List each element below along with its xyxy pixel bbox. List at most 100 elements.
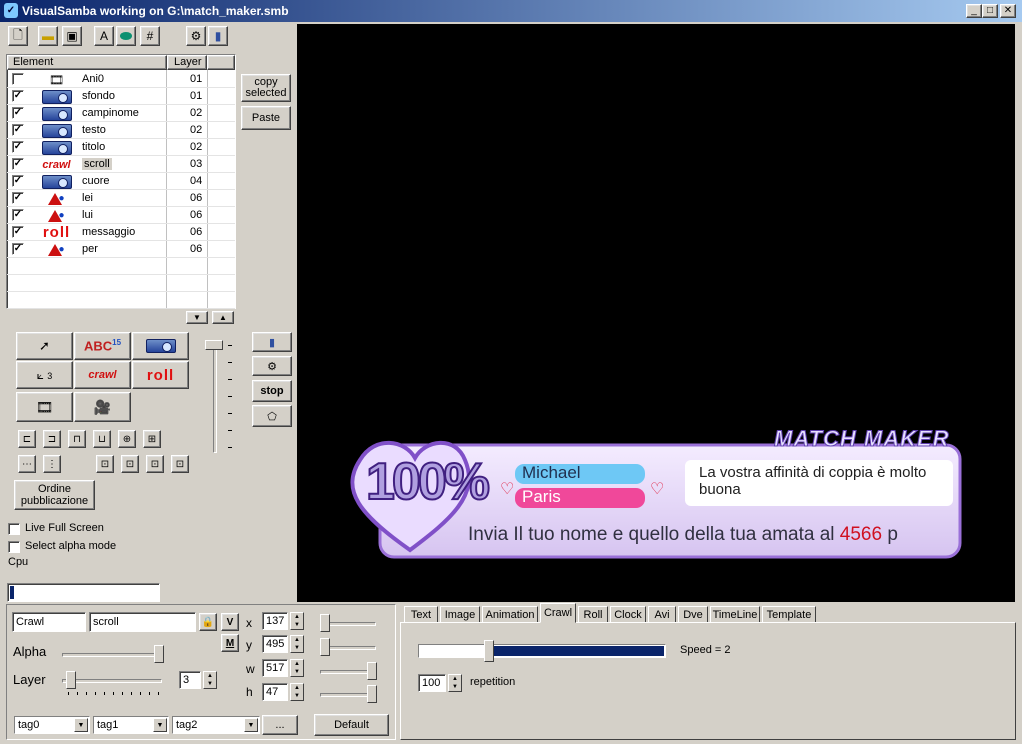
w-field[interactable]: 517 <box>262 659 288 677</box>
open-folder-icon[interactable]: ▬ <box>38 26 58 46</box>
y-slider-thumb[interactable] <box>320 638 330 656</box>
fit-icon[interactable]: ⊡ <box>171 455 189 473</box>
row-checkbox[interactable]: ✓ <box>12 243 24 255</box>
maximize-button[interactable]: □ <box>982 4 998 18</box>
eraser-button[interactable]: ⬠ <box>252 405 292 427</box>
list-item[interactable]: ✓ titolo 02 <box>7 139 235 156</box>
save-icon[interactable]: ▣ <box>62 26 82 46</box>
y-spinner[interactable]: ▲ ▼ <box>290 635 304 653</box>
row-checkbox[interactable]: ✓ <box>12 192 24 204</box>
row-checkbox[interactable] <box>12 73 24 85</box>
h-field[interactable]: 47 <box>262 683 288 701</box>
tab-animation[interactable]: Animation <box>482 606 538 623</box>
tab-template[interactable]: Template <box>762 606 816 623</box>
list-item[interactable]: ✓ testo 02 <box>7 122 235 139</box>
x-spinner[interactable]: ▲ ▼ <box>290 612 304 630</box>
align-bottom-icon[interactable]: ⊔ <box>93 430 111 448</box>
tab-text[interactable]: Text <box>404 606 438 623</box>
alpha-mode-checkbox[interactable] <box>8 541 20 553</box>
tag2-select[interactable]: tag2 ▼ <box>172 716 260 734</box>
row-checkbox[interactable]: ✓ <box>12 226 24 238</box>
tab-clock[interactable]: Clock <box>610 606 646 623</box>
new-file-icon[interactable]: 🗋 <box>8 26 28 46</box>
h-spinner[interactable]: ▲ ▼ <box>290 683 304 701</box>
x-slider-thumb[interactable] <box>320 614 330 632</box>
animation-element-button[interactable]: 🎞 <box>16 392 73 422</box>
w-spinner[interactable]: ▲ ▼ <box>290 659 304 677</box>
same-size-icon[interactable]: ⊡ <box>96 455 114 473</box>
tag1-select[interactable]: tag1 ▼ <box>93 716 169 734</box>
align-right-icon[interactable]: ⊐ <box>43 430 61 448</box>
center-vertical-icon[interactable]: ⊞ <box>143 430 161 448</box>
tab-crawl[interactable]: Crawl <box>540 603 576 623</box>
chevron-down-icon[interactable]: ▼ <box>244 718 258 732</box>
layer-value-field[interactable]: 3 <box>179 671 201 689</box>
row-checkbox[interactable]: ✓ <box>12 107 24 119</box>
same-height-icon[interactable]: ⊡ <box>121 455 139 473</box>
lock-icon[interactable]: 🔒 <box>199 613 217 631</box>
row-checkbox[interactable]: ✓ <box>12 124 24 136</box>
row-checkbox[interactable]: ✓ <box>12 209 24 221</box>
x-field[interactable]: 137 <box>262 612 288 630</box>
align-left-icon[interactable]: ⊏ <box>18 430 36 448</box>
row-checkbox[interactable]: ✓ <box>12 158 24 170</box>
tab-dve[interactable]: Dve <box>678 606 708 623</box>
crawl-element-button[interactable]: crawl <box>74 361 131 389</box>
row-checkbox[interactable]: ✓ <box>12 175 24 187</box>
same-width-icon[interactable]: ⊡ <box>146 455 164 473</box>
list-item[interactable]: ✓ cuore 04 <box>7 173 235 190</box>
grid-tool-icon[interactable]: # <box>140 26 160 46</box>
move-down-button[interactable]: ▼ <box>186 311 208 324</box>
layer-slider-track[interactable] <box>62 679 162 683</box>
default-button[interactable]: Default <box>314 714 389 736</box>
camera-element-button[interactable] <box>132 332 189 360</box>
chevron-down-icon[interactable]: ▼ <box>153 718 167 732</box>
column-header-layer[interactable]: Layer <box>167 55 207 70</box>
repetition-field[interactable]: 100 <box>418 674 446 692</box>
tag0-select[interactable]: tag0 ▼ <box>14 716 90 734</box>
list-item[interactable]: 🎞 Ani0 01 <box>7 71 235 88</box>
distribute-horizontal-icon[interactable]: ⋯ <box>18 455 36 473</box>
tab-roll[interactable]: Roll <box>578 606 608 623</box>
layer-spinner[interactable]: ▲ ▼ <box>203 671 217 689</box>
pointer-tool-button[interactable]: ➚ <box>16 332 73 360</box>
stop-button[interactable]: stop <box>252 380 292 402</box>
w-slider-thumb[interactable] <box>367 662 377 680</box>
speed-slider-thumb[interactable] <box>484 640 495 662</box>
copy-selected-button[interactable]: copy selected <box>241 74 291 102</box>
alpha-slider-track[interactable] <box>62 653 162 657</box>
text-tool-icon[interactable]: A <box>94 26 114 46</box>
m-button[interactable]: M <box>221 634 239 652</box>
align-top-icon[interactable]: ⊓ <box>68 430 86 448</box>
gear-render-button[interactable]: ⚙ <box>252 356 292 376</box>
row-checkbox[interactable]: ✓ <box>12 90 24 102</box>
vertical-slider-track[interactable] <box>213 340 217 453</box>
settings-gear-icon[interactable]: ⚙ <box>186 26 206 46</box>
chevron-down-icon[interactable]: ▼ <box>74 718 88 732</box>
3d-axis-button[interactable]: ⟀ 3 <box>16 361 73 389</box>
list-item[interactable]: ✓ crawl scroll 03 <box>7 156 235 173</box>
ordine-pubblicazione-button[interactable]: Ordine pubblicazione <box>14 480 95 510</box>
list-item[interactable]: ✓ ● lui 06 <box>7 207 235 224</box>
alpha-slider-thumb[interactable] <box>154 645 164 663</box>
tab-avi[interactable]: Avi <box>648 606 676 623</box>
h-slider-thumb[interactable] <box>367 685 377 703</box>
shape-tool-icon[interactable] <box>116 26 136 46</box>
row-checkbox[interactable]: ✓ <box>12 141 24 153</box>
roll-element-button[interactable]: roll <box>132 361 189 389</box>
render-cube-button[interactable]: ▮ <box>252 332 292 352</box>
tab-timeline[interactable]: TimeLine <box>710 606 760 623</box>
list-item[interactable]: ✓ ● lei 06 <box>7 190 235 207</box>
tab-image[interactable]: Image <box>440 606 480 623</box>
video-element-button[interactable]: 🎥 <box>74 392 131 422</box>
text-element-button[interactable]: ABC15 <box>74 332 131 360</box>
element-name-field[interactable]: scroll <box>89 612 196 632</box>
move-up-button[interactable]: ▲ <box>212 311 234 324</box>
element-type-field[interactable]: Crawl <box>12 612 86 632</box>
layer-slider-thumb[interactable] <box>66 671 76 689</box>
vertical-slider-thumb[interactable] <box>205 340 223 350</box>
list-item[interactable]: ✓ sfondo 01 <box>7 88 235 105</box>
column-header-element[interactable]: Element <box>7 55 167 70</box>
close-button[interactable]: ✕ <box>1000 4 1016 18</box>
repetition-spinner[interactable]: ▲ ▼ <box>448 674 462 692</box>
